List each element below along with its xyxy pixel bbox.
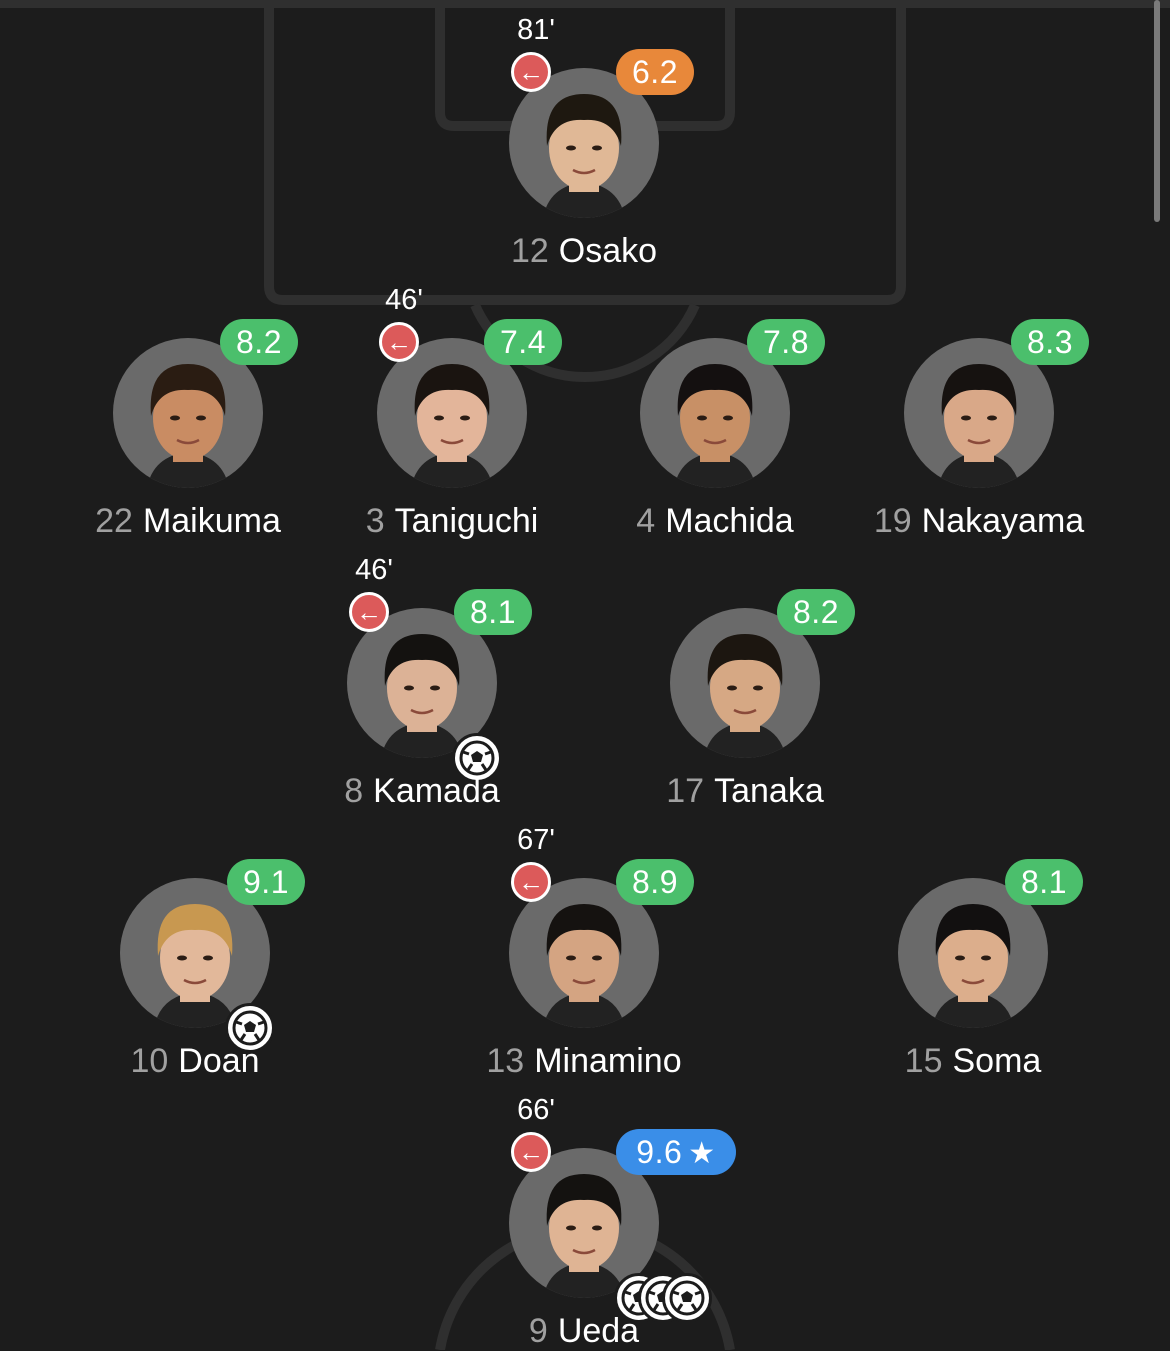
- rating-badge: 8.3: [1011, 319, 1089, 365]
- substitution-minute: 46': [385, 284, 423, 316]
- rating-value: 8.1: [1021, 864, 1067, 900]
- shirt-number: 12: [510, 232, 549, 270]
- scrollbar-thumb[interactable]: [1154, 0, 1160, 222]
- arrow-left-icon: ←: [379, 322, 419, 362]
- rating-value: 7.8: [763, 324, 809, 360]
- player-name: Machida: [665, 502, 794, 540]
- rating-badge: 8.2: [220, 319, 298, 365]
- arrow-left-icon: ←: [511, 1132, 551, 1172]
- player-name-row: 13 Minamino: [384, 1042, 784, 1081]
- player-card[interactable]: 8.1 46' ← 8 Kamada: [272, 554, 572, 810]
- shirt-number: 17: [666, 772, 705, 810]
- player-name-row: 10 Doan: [0, 1042, 395, 1081]
- rating-badge: 8.1: [454, 589, 532, 635]
- shirt-number: 3: [365, 502, 385, 540]
- rating-value: 6.2: [632, 54, 678, 90]
- rating-badge: 8.2: [777, 589, 855, 635]
- rating-value: 8.2: [236, 324, 282, 360]
- arrow-left-icon: ←: [349, 592, 389, 632]
- player-name-row: 15 Soma: [773, 1042, 1170, 1081]
- rating-badge: 7.4: [484, 319, 562, 365]
- player-name: Nakayama: [921, 502, 1085, 540]
- star-icon: ★: [688, 1137, 716, 1170]
- rating-value: 9.6: [636, 1134, 683, 1170]
- rating-badge: 7.8: [747, 319, 825, 365]
- player-card[interactable]: 9.6 ★ 66' ← 9 Ueda: [434, 1094, 736, 1350]
- player-name-row: 17 Tanaka: [545, 772, 945, 811]
- player-name: Soma: [952, 1042, 1042, 1080]
- player-card[interactable]: 6.2 81' ← 12 Osako: [434, 14, 734, 270]
- rating-value: 8.2: [793, 594, 839, 630]
- player-card[interactable]: 9.1 10 Doan: [45, 840, 345, 1080]
- rating-badge: 8.1: [1005, 859, 1083, 905]
- substitution-minute: 67': [517, 824, 555, 856]
- shirt-number: 15: [904, 1042, 943, 1080]
- shirt-number: 22: [95, 502, 133, 540]
- substitution-minute: 46': [355, 554, 393, 586]
- player-card[interactable]: 8.2 22 Maikuma: [38, 300, 338, 540]
- player-name: Minamino: [534, 1042, 682, 1080]
- player-name: Ueda: [557, 1312, 640, 1350]
- arrow-left-icon: ←: [511, 862, 551, 902]
- arrow-left-icon: ←: [511, 52, 551, 92]
- rating-badge: 6.2: [616, 49, 694, 95]
- player-name: Doan: [178, 1042, 260, 1080]
- player-card[interactable]: 8.3 19 Nakayama: [829, 300, 1129, 540]
- player-name-row: 9 Ueda: [384, 1312, 784, 1351]
- player-name: Tanaka: [714, 772, 824, 810]
- player-card[interactable]: 8.1 15 Soma: [823, 840, 1123, 1080]
- rating-value: 8.3: [1027, 324, 1073, 360]
- rating-badge: 9.6 ★: [616, 1129, 736, 1175]
- shirt-number: 9: [528, 1312, 548, 1350]
- rating-badge: 9.1: [227, 859, 305, 905]
- substitution-minute: 66': [517, 1094, 555, 1126]
- rating-value: 9.1: [243, 864, 289, 900]
- player-card[interactable]: 7.8 4 Machida: [565, 300, 865, 540]
- player-name: Kamada: [373, 772, 500, 810]
- shirt-number: 13: [486, 1042, 525, 1080]
- substitution-minute: 81': [517, 14, 555, 46]
- player-name-row: 19 Nakayama: [779, 502, 1170, 541]
- rating-value: 7.4: [500, 324, 546, 360]
- player-card[interactable]: 8.2 17 Tanaka: [595, 570, 895, 810]
- player-name-row: 12 Osako: [384, 232, 784, 271]
- rating-badge: 8.9: [616, 859, 694, 905]
- shirt-number: 4: [636, 502, 656, 540]
- rating-value: 8.9: [632, 864, 678, 900]
- player-name: Osako: [558, 232, 658, 270]
- rating-value: 8.1: [470, 594, 516, 630]
- player-card[interactable]: 7.4 46' ← 3 Taniguchi: [302, 284, 602, 540]
- player-card[interactable]: 8.9 67' ← 13 Minamino: [434, 824, 734, 1080]
- shirt-number: 19: [873, 502, 912, 540]
- shirt-number: 10: [130, 1042, 169, 1080]
- shirt-number: 8: [344, 772, 364, 810]
